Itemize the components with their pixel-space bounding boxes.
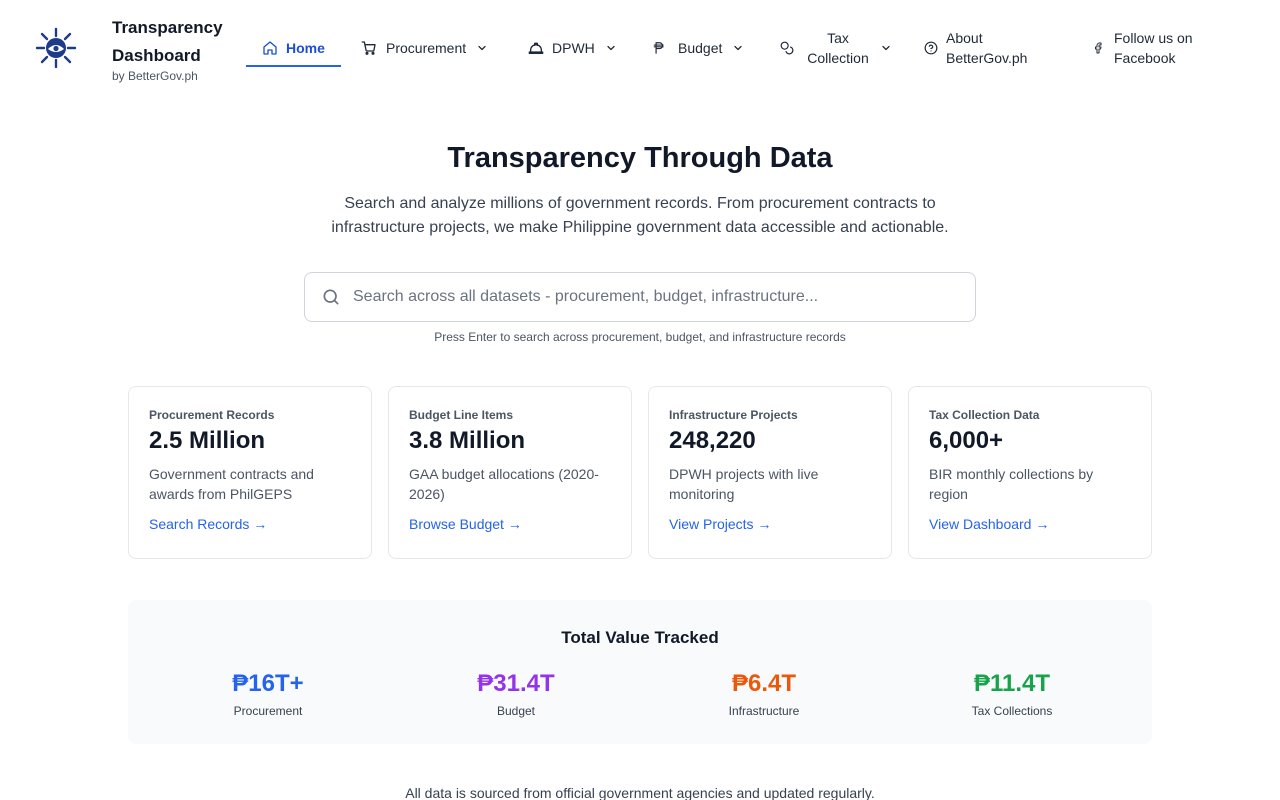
chevron-down-icon bbox=[478, 45, 486, 50]
cart-icon bbox=[361, 40, 376, 55]
card-description: BIR monthly collections by region bbox=[929, 466, 1094, 502]
nav-facebook[interactable]: Follow us on Facebook bbox=[1092, 28, 1210, 68]
total-value: ₱6.4T bbox=[731, 670, 797, 697]
card-value: 2.5 Million bbox=[149, 427, 266, 454]
view-dashboard-link[interactable]: View Dashboard → bbox=[929, 516, 1049, 532]
chevron-down-icon bbox=[607, 45, 615, 50]
total-value: ₱11.4T bbox=[973, 670, 1051, 697]
card-value: 248,220 bbox=[669, 427, 756, 454]
nav-about-label: About BetterGov.ph bbox=[946, 30, 1028, 66]
help-circle-icon bbox=[924, 41, 938, 55]
total-budget: ₱31.4T Budget bbox=[416, 670, 616, 718]
nav-procurement-label: Procurement bbox=[386, 39, 467, 56]
card-label: Procurement Records bbox=[149, 408, 275, 422]
total-label: Tax Collections bbox=[971, 704, 1053, 718]
card-label: Infrastructure Projects bbox=[669, 408, 798, 422]
nav-tax-collection[interactable]: Tax Collection bbox=[780, 28, 892, 68]
chevron-down-icon bbox=[882, 45, 890, 51]
card-value: 3.8 Million bbox=[409, 427, 526, 454]
total-tax-collections: ₱11.4T Tax Collections bbox=[912, 670, 1112, 718]
card-label: Budget Line Items bbox=[409, 408, 514, 422]
search-records-link[interactable]: Search Records → bbox=[149, 516, 267, 532]
nav-dpwh-label: DPWH bbox=[552, 39, 595, 56]
nav-procurement[interactable]: Procurement bbox=[361, 30, 488, 65]
search-input[interactable] bbox=[353, 288, 953, 306]
card-value: 6,000+ bbox=[929, 427, 1004, 454]
view-projects-link[interactable]: View Projects → bbox=[669, 516, 771, 532]
search-box[interactable] bbox=[304, 272, 976, 322]
total-value: ₱31.4T bbox=[477, 670, 555, 697]
hard-hat-icon bbox=[528, 42, 544, 54]
card-procurement-records: Procurement Records 2.5 Million Governme… bbox=[128, 386, 372, 559]
total-procurement: ₱16T+ Procurement bbox=[168, 670, 368, 718]
nav-tax-label: Tax Collection bbox=[807, 30, 869, 66]
nav-budget-label: Budget bbox=[678, 39, 723, 56]
nav-dpwh[interactable]: DPWH bbox=[528, 30, 617, 65]
browse-budget-link[interactable]: Browse Budget → bbox=[409, 516, 522, 532]
peso-icon bbox=[653, 41, 664, 54]
card-label: Tax Collection Data bbox=[929, 408, 1040, 422]
total-label: Budget bbox=[496, 704, 536, 718]
home-icon bbox=[263, 40, 277, 55]
search-icon bbox=[323, 289, 339, 305]
nav-facebook-label: Follow us on Facebook bbox=[1114, 30, 1193, 66]
nav-home-label: Home bbox=[286, 39, 325, 56]
total-value-panel: Total Value Tracked ₱16T+ Procurement ₱3… bbox=[128, 600, 1152, 744]
hero-description: Search and analyze millions of governmen… bbox=[331, 195, 949, 236]
brand-title[interactable]: Transparency Dashboard bbox=[112, 14, 242, 70]
card-budget-line-items: Budget Line Items 3.8 Million GAA budget… bbox=[388, 386, 632, 559]
site-header: Transparency Dashboard by BetterGov.ph H… bbox=[0, 0, 1280, 96]
card-infrastructure-projects: Infrastructure Projects 248,220 DPWH pro… bbox=[648, 386, 892, 559]
total-label: Infrastructure bbox=[728, 704, 800, 718]
search-hint: Press Enter to search across procurement… bbox=[434, 330, 846, 344]
total-label: Procurement bbox=[233, 704, 303, 718]
card-description: DPWH projects with live monitoring bbox=[669, 466, 819, 502]
card-description: Government contracts and awards from Phi… bbox=[149, 466, 314, 502]
card-description: GAA budget allocations (2020-2026) bbox=[409, 466, 599, 502]
brand-subtitle: by BetterGov.ph bbox=[112, 69, 198, 83]
nav-budget[interactable]: Budget bbox=[652, 30, 744, 65]
card-tax-collection-data: Tax Collection Data 6,000+ BIR monthly c… bbox=[908, 386, 1152, 559]
coins-icon bbox=[780, 41, 794, 55]
nav-home[interactable]: Home bbox=[246, 30, 341, 67]
page-title: Transparency Through Data bbox=[447, 142, 833, 174]
data-source-note: All data is sourced from official govern… bbox=[405, 785, 875, 800]
chevron-down-icon bbox=[734, 45, 742, 50]
total-infrastructure: ₱6.4T Infrastructure bbox=[664, 670, 864, 718]
total-value: ₱16T+ bbox=[232, 670, 304, 697]
bettergov-logo-icon[interactable] bbox=[34, 27, 78, 69]
facebook-icon bbox=[1095, 42, 1102, 54]
nav-about[interactable]: About BetterGov.ph bbox=[924, 28, 1042, 68]
totals-title: Total Value Tracked bbox=[561, 628, 719, 647]
